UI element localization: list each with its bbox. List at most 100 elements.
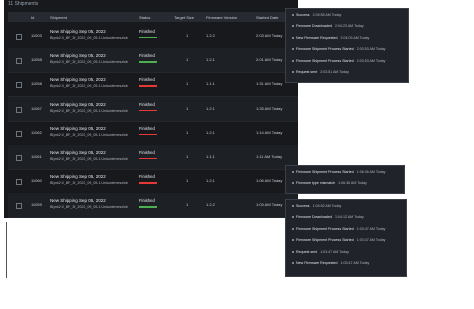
shipment-firmware-file: Blynk2.0_BF_3f_2022_09_05.1.Unicodemeszl… (50, 157, 128, 161)
shipment-name[interactable]: New Shipping Sep 05, 2022 (50, 126, 106, 131)
table-row[interactable]: 11061 New Shipping Sep 05, 2022 Blynk2.0_B… (8, 145, 298, 170)
firmware-version: 1.2.1 (206, 57, 215, 63)
event-dot-icon (292, 48, 294, 51)
event-dot-icon (292, 216, 294, 219)
shipment-name[interactable]: New Shipping Sep 05, 2022 (50, 53, 106, 58)
started-date: 1:31 AM Today (256, 81, 283, 87)
row-checkbox[interactable] (16, 106, 22, 113)
event-label: Firmware Shipment Process Started (296, 170, 354, 174)
started-date: 1:11 AM Today (256, 154, 283, 159)
row-id: 11067 (31, 105, 42, 111)
event-log-popup: Success 1:04:52 AM Today Firmware Download… (285, 199, 407, 277)
row-id: 11058 (31, 81, 42, 87)
header-firmware-version[interactable]: Firmware Version (206, 15, 237, 20)
divider-line (6, 222, 7, 278)
event-time: 1:04:52 AM Today (312, 204, 342, 208)
row-checkbox[interactable] (16, 82, 22, 89)
target-size: 1 (186, 154, 189, 159)
shipment-firmware-file: Blynk2.0_BF_3f_2022_09_05.1.Unicodemeszl… (50, 132, 128, 137)
event-label: Success (296, 13, 310, 17)
event-item: Success 2:05:55 AM Today (292, 13, 341, 17)
event-dot-icon (292, 171, 294, 174)
started-date: 2:03 AM Today (256, 33, 283, 38)
status-label: Finished (139, 53, 155, 59)
event-label: Request sent (296, 70, 318, 74)
event-item: Firmware Downloaded 1:04:12 AM Today (292, 215, 364, 219)
table-row[interactable]: 11067 New Shipping Sep 05, 2022 Blynk2.0_B… (8, 96, 298, 122)
event-dot-icon (292, 262, 294, 265)
shipment-name[interactable]: New Shipping Sep 05, 2022 (50, 29, 106, 34)
status-label: Finished (139, 101, 155, 107)
event-dot-icon (292, 36, 294, 39)
table-row[interactable]: 11003 New Shipping Sep 05, 2022 Blynk2.0_B… (8, 24, 298, 49)
event-dot-icon (292, 59, 294, 62)
event-time: 2:04:23 AM Today (334, 24, 364, 29)
event-time: 1:04:12 AM Today (334, 215, 364, 220)
row-checkbox[interactable] (16, 34, 22, 40)
event-log-popup: Firmware Shipment Process Started 1:06:36… (285, 165, 405, 194)
row-id: 11003 (31, 33, 42, 38)
table-row[interactable]: 11058 New Shipping Sep 05, 2022 Blynk2.0_B… (8, 72, 298, 98)
event-item: New Firmware Requested 1:03:47 AM Today (292, 261, 369, 265)
event-dot-icon (292, 25, 294, 28)
status-progress-bar (139, 85, 157, 87)
shipment-name[interactable]: New Shipping Sep 05, 2022 (50, 102, 106, 107)
firmware-version: 1.2.2 (206, 202, 215, 208)
shipment-name[interactable]: New Shipping Sep 05, 2022 (50, 174, 106, 179)
started-date: 2:01 AM Today (256, 57, 283, 63)
firmware-version: 1.2.1 (206, 129, 215, 135)
event-label: Success (296, 204, 310, 208)
event-label: Firmware type mismatch (296, 181, 336, 186)
event-dot-icon (292, 227, 294, 230)
status-label: Finished (139, 150, 155, 155)
started-date: 1:06 AM Today (256, 178, 283, 184)
target-size: 1 (186, 202, 189, 208)
shipment-firmware-file: Blynk2.0_BF_3f_2022_09_05.1.Unicodemeszl… (50, 108, 128, 113)
status-label: Finished (139, 174, 155, 180)
target-size: 1 (186, 33, 189, 38)
event-label: Firmware Shipment Process Started (296, 238, 354, 243)
header-target-size[interactable]: Target Size (174, 15, 194, 20)
row-checkbox[interactable] (16, 179, 22, 186)
row-checkbox[interactable] (16, 58, 22, 65)
shipment-firmware-file: Blynk2.0_BF_3f_2022_09_05.1.Unicodemeszl… (50, 205, 128, 210)
row-checkbox[interactable] (16, 155, 22, 161)
event-time: 2:04:03 AM Today (340, 35, 370, 40)
table-row[interactable]: 11058 New Shipping Sep 05, 2022 Blynk2.0_B… (8, 48, 298, 74)
table-row[interactable]: 11059 New Shipping Sep 05, 2022 Blynk2.0_B… (8, 193, 298, 219)
status-label: Finished (139, 125, 155, 131)
shipment-firmware-file: Blynk2.0_BF_3f_2022_09_05.1.Unicodemeszl… (50, 36, 128, 40)
event-item: Success 1:04:52 AM Today (292, 204, 341, 208)
event-time: 1:03:47 AM Today (356, 238, 386, 243)
event-dot-icon (292, 14, 294, 17)
started-date: 1:14 AM Today (256, 129, 283, 135)
header-status[interactable]: Status (139, 15, 150, 20)
shipment-firmware-file: Blynk2.0_BF_3f_2022_09_05.1.Unicodemeszl… (50, 84, 128, 89)
event-label: New Firmware Requested (296, 35, 338, 40)
event-item: Firmware Downloaded 2:04:23 AM Today (292, 24, 364, 28)
shipments-panel: 11 Shipments Id Shipment Status Target S… (4, 0, 298, 219)
firmware-version: 1.1.1 (206, 81, 215, 87)
row-checkbox[interactable] (16, 203, 22, 210)
target-size: 1 (186, 129, 189, 135)
row-checkbox[interactable] (16, 130, 22, 137)
shipment-name[interactable]: New Shipping Sep 05, 2022 (50, 198, 106, 203)
header-started-date[interactable]: Started Date (256, 15, 278, 20)
event-item: Firmware Shipment Process Started 2:03:53… (292, 47, 385, 51)
status-label: Finished (139, 198, 155, 204)
shipment-firmware-file: Blynk2.0_BF_3f_2022_09_05.1.Unicodemeszl… (50, 181, 128, 186)
status-progress-bar (139, 37, 157, 39)
event-item: Request sent 1:03:47 AM Today (292, 250, 349, 254)
header-id[interactable]: Id (31, 15, 34, 20)
table-row[interactable]: 11062 New Shipping Sep 05, 2022 Blynk2.0_B… (8, 121, 298, 146)
started-date: 1:25 AM Today (256, 105, 283, 111)
shipment-name[interactable]: New Shipping Sep 05, 2022 (50, 77, 106, 82)
table-row[interactable]: 11060 New Shipping Sep 05, 2022 Blynk2.0_B… (8, 169, 298, 195)
event-item: Request sent 2:03:51 AM Today (292, 70, 349, 74)
target-size: 1 (186, 81, 189, 87)
header-shipment[interactable]: Shipment (50, 15, 67, 20)
status-progress-bar (139, 158, 157, 160)
status-progress-bar (139, 206, 157, 208)
status-progress-bar (139, 182, 157, 184)
shipment-name[interactable]: New Shipping Sep 05, 2022 (50, 150, 106, 155)
